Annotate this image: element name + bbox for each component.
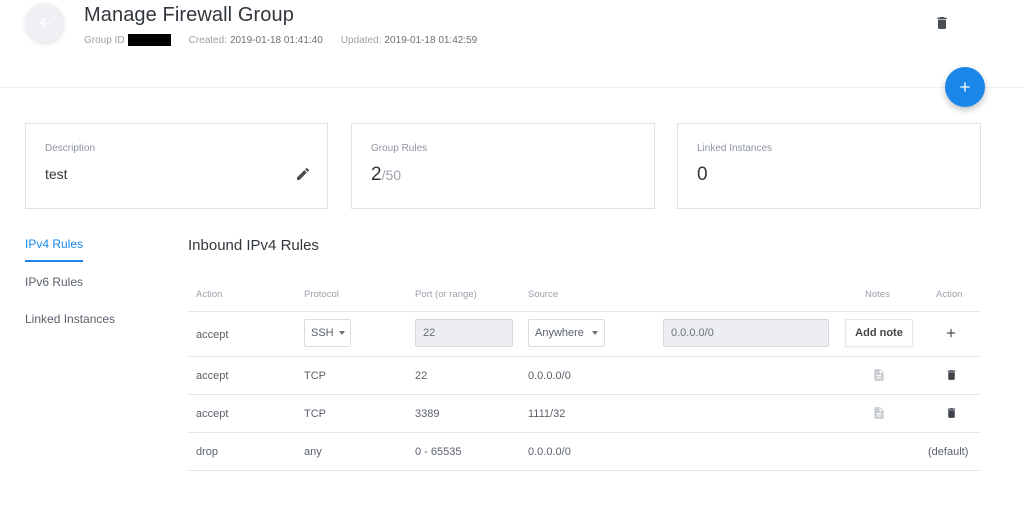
document-icon[interactable] [872, 405, 886, 421]
rule-action: accept [196, 370, 229, 382]
group-rules-count: 2 [371, 164, 382, 185]
chevron-down-icon [338, 331, 345, 335]
source-select[interactable]: Anywhere [528, 319, 605, 347]
description-value: test [45, 166, 68, 182]
source-input[interactable]: 0.0.0.0/0 [663, 319, 829, 347]
nav-linked-instances[interactable]: Linked Instances [25, 312, 115, 326]
new-rule-row: accept SSH 22 Anywhere 0.0.0.0/0 Add not… [188, 312, 980, 357]
col-protocol: Protocol [304, 289, 339, 300]
created-label: Created: [188, 34, 227, 46]
table-row: drop any 0 - 65535 0.0.0.0/0 (default) [188, 433, 980, 471]
col-source: Source [528, 289, 559, 300]
protocol-select[interactable]: SSH [304, 319, 351, 347]
updated-value: 2019-01-18 01:42:59 [384, 34, 478, 46]
back-button[interactable] [25, 3, 64, 42]
group-rules-card: Group Rules 2/50 [351, 123, 655, 209]
section-title: Inbound IPv4 Rules [188, 237, 319, 254]
rule-port: 0 - 65535 [415, 446, 462, 458]
rule-port: 3389 [415, 408, 440, 420]
linked-instances-card: Linked Instances 0 [677, 123, 981, 209]
pencil-icon[interactable] [295, 166, 311, 182]
protocol-select-value: SSH [311, 327, 334, 339]
linked-instances-value: 0 [697, 164, 708, 185]
created-info: Created: 2019-01-18 01:41:40 [189, 35, 323, 46]
group-rules-max: /50 [381, 167, 402, 183]
rule-protocol: any [304, 446, 322, 458]
plus-icon [960, 82, 970, 92]
rule-action: drop [196, 446, 219, 458]
group-meta: Group ID Created: 2019-01-18 01:41:40 Up… [84, 34, 495, 46]
rule-source: 0.0.0.0/0 [528, 446, 571, 458]
page-title: Manage Firewall Group [84, 4, 294, 26]
default-label: (default) [928, 446, 969, 458]
col-row-action: Action [936, 289, 963, 300]
nav-active-indicator [25, 260, 83, 262]
rule-source: 0.0.0.0/0 [528, 370, 571, 382]
delete-group-button[interactable] [934, 14, 950, 32]
add-rule-button[interactable] [944, 326, 958, 340]
nav-ipv4-rules[interactable]: IPv4 Rules [25, 237, 83, 251]
document-icon[interactable] [872, 367, 886, 383]
add-rule-fab[interactable] [945, 67, 985, 107]
rule-protocol: TCP [304, 370, 326, 382]
table-row: accept TCP 3389 1111/32 [188, 395, 980, 433]
rule-source: 1111/32 [528, 408, 566, 420]
rule-protocol: TCP [304, 408, 326, 420]
description-card: Description test [25, 123, 328, 209]
trash-icon[interactable] [945, 367, 958, 383]
trash-icon[interactable] [945, 405, 958, 421]
group-rules-value: 2/50 [371, 164, 401, 186]
rule-action: accept [196, 408, 229, 420]
col-notes: Notes [865, 289, 890, 300]
group-id-redacted [127, 34, 171, 46]
table-row: accept TCP 22 0.0.0.0/0 [188, 357, 980, 395]
col-port: Port (or range) [415, 289, 477, 300]
linked-instances-label: Linked Instances [697, 143, 773, 154]
page-header: Manage Firewall Group Group ID Created: … [0, 0, 1024, 88]
group-id-label: Group ID [84, 34, 125, 46]
port-input[interactable]: 22 [415, 319, 513, 347]
rules-table: Action Protocol Port (or range) Source N… [188, 278, 980, 471]
new-rule-action: accept [196, 329, 229, 341]
chevron-down-icon [592, 331, 598, 335]
col-action: Action [196, 289, 223, 300]
group-rules-label: Group Rules [371, 143, 428, 154]
rule-port: 22 [415, 370, 428, 382]
description-label: Description [45, 143, 96, 154]
arrow-left-icon [39, 17, 50, 28]
table-header: Action Protocol Port (or range) Source N… [188, 278, 980, 312]
updated-info: Updated: 2019-01-18 01:42:59 [341, 35, 477, 46]
nav-ipv6-rules[interactable]: IPv6 Rules [25, 275, 83, 289]
updated-label: Updated: [340, 34, 382, 46]
source-select-value: Anywhere [535, 327, 584, 339]
group-id: Group ID [84, 34, 171, 46]
created-value: 2019-01-18 01:41:40 [229, 34, 323, 46]
add-note-button[interactable]: Add note [845, 319, 913, 347]
